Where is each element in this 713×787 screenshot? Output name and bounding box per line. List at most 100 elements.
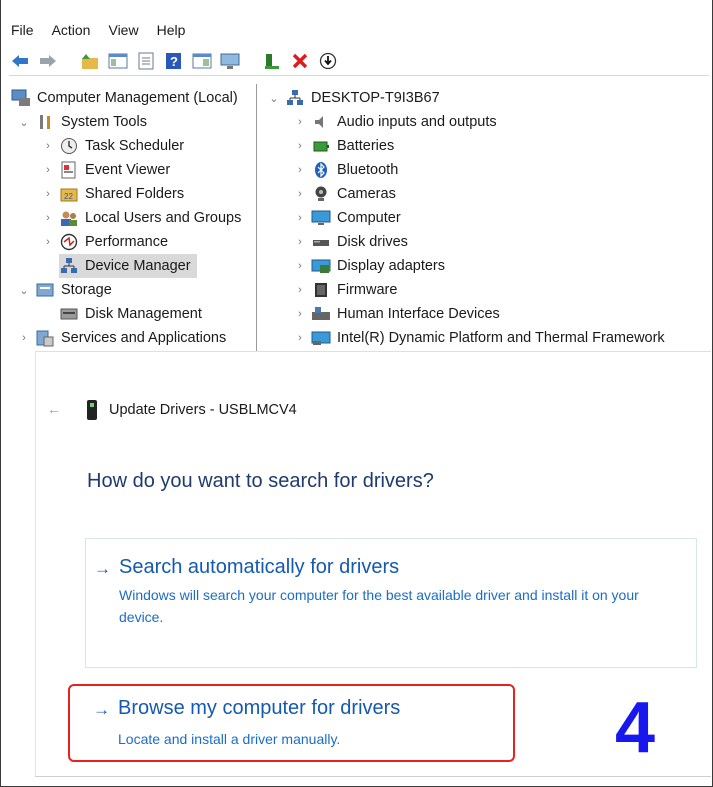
menu-action[interactable]: Action (52, 22, 91, 38)
tree-item-label: Disk Management (85, 306, 202, 322)
device-category-audio[interactable]: › Audio inputs and outputs (293, 110, 496, 134)
tree-item-label: Shared Folders (85, 186, 185, 202)
device-category-label: Computer (337, 210, 401, 226)
chevron-right-icon[interactable]: › (293, 116, 307, 128)
device-tree-root[interactable]: ⌄ DESKTOP-T9I3B67 (267, 86, 440, 110)
chevron-right-icon[interactable]: › (293, 140, 307, 152)
chevron-down-icon[interactable]: ⌄ (267, 92, 281, 105)
users-icon (59, 209, 79, 227)
tree-item-computer-management[interactable]: Computer Management (Local) (11, 86, 238, 110)
device-manager-icon (59, 257, 79, 275)
device-root-label: DESKTOP-T9I3B67 (311, 90, 440, 106)
tree-item-label: Performance (85, 234, 169, 250)
tree-item-label: Computer Management (Local) (37, 90, 238, 106)
usb-device-icon (87, 400, 97, 420)
chevron-right-icon[interactable]: › (293, 164, 307, 176)
search-automatically-title: Search automatically for drivers (119, 556, 400, 578)
console-tree: Computer Management (Local) ⌄ System Too… (1, 84, 257, 356)
chevron-right-icon[interactable]: › (293, 236, 307, 248)
device-category-intel-dptf[interactable]: › Intel(R) Dynamic Platform and Thermal … (293, 326, 665, 350)
chevron-right-icon[interactable]: › (41, 236, 55, 248)
dialog-bottom-divider (35, 776, 711, 777)
menu-view[interactable]: View (108, 22, 138, 38)
chevron-right-icon[interactable]: › (293, 332, 307, 344)
properties-icon[interactable] (135, 50, 157, 72)
device-category-label: Display adapters (337, 258, 445, 274)
tools-icon (35, 113, 55, 131)
chevron-right-icon[interactable]: › (293, 308, 307, 320)
up-folder-icon[interactable] (79, 50, 101, 72)
svg-text:22: 22 (64, 192, 73, 201)
device-category-display-adapters[interactable]: › Display adapters (293, 254, 445, 278)
back-button[interactable]: ← (47, 401, 61, 417)
display-adapter-icon (311, 257, 331, 275)
search-automatically-option[interactable]: → Search automatically for drivers Windo… (85, 538, 697, 668)
tree-item-shared-folders[interactable]: › 22 Shared Folders (41, 182, 184, 206)
chevron-right-icon[interactable]: › (41, 140, 55, 152)
chevron-right-icon[interactable]: › (41, 212, 55, 224)
clock-icon (59, 137, 79, 155)
menu-file[interactable]: File (11, 22, 34, 38)
device-category-label: Batteries (337, 138, 395, 154)
speaker-icon (311, 113, 331, 131)
tree-item-storage[interactable]: ⌄ Storage (17, 278, 112, 302)
help-icon[interactable]: ? (163, 50, 185, 72)
tree-item-device-manager[interactable]: Device Manager (59, 254, 197, 278)
back-arrow-icon[interactable] (9, 50, 31, 72)
tree-item-system-tools[interactable]: ⌄ System Tools (17, 110, 147, 134)
chevron-down-icon[interactable]: ⌄ (17, 116, 31, 129)
device-tree: ⌄ DESKTOP-T9I3B67 › Audio inputs and out… (261, 84, 712, 356)
menu-help[interactable]: Help (157, 22, 186, 38)
device-category-firmware[interactable]: › Firmware (293, 278, 397, 302)
disk-drive-icon (311, 233, 331, 251)
tree-item-disk-management[interactable]: Disk Management (59, 302, 202, 326)
action-pane-icon[interactable] (191, 50, 213, 72)
device-category-bluetooth[interactable]: › Bluetooth (293, 158, 398, 182)
services-icon (35, 329, 55, 347)
firmware-icon (311, 281, 331, 299)
tree-item-label: Task Scheduler (85, 138, 185, 154)
chevron-right-icon[interactable]: › (41, 164, 55, 176)
tree-item-task-scheduler[interactable]: › Task Scheduler (41, 134, 184, 158)
step-number-label: 4 (615, 688, 656, 768)
device-category-label: Bluetooth (337, 162, 399, 178)
chevron-right-icon[interactable]: › (293, 260, 307, 272)
performance-icon (59, 233, 79, 251)
bluetooth-icon (311, 161, 331, 179)
tree-item-performance[interactable]: › Performance (41, 230, 168, 254)
search-automatically-description-line1: Windows will search your computer for th… (119, 587, 639, 603)
storage-icon (35, 281, 55, 299)
remove-device-icon[interactable] (289, 50, 311, 72)
device-category-label: Human Interface Devices (337, 306, 500, 322)
show-hide-tree-icon[interactable] (107, 50, 129, 72)
forward-arrow-icon[interactable] (37, 50, 59, 72)
monitor-icon[interactable] (219, 50, 241, 72)
chevron-right-icon[interactable]: › (293, 212, 307, 224)
chevron-right-icon[interactable]: › (293, 188, 307, 200)
chevron-right-icon[interactable]: › (17, 332, 31, 344)
enable-device-icon[interactable] (261, 50, 283, 72)
tree-item-label: Services and Applications (61, 330, 227, 346)
update-driver-icon[interactable] (317, 50, 339, 72)
device-category-label: Firmware (337, 282, 398, 298)
chevron-right-icon[interactable]: › (41, 188, 55, 200)
device-category-cameras[interactable]: › Cameras (293, 182, 396, 206)
monitor-icon (311, 209, 331, 227)
device-category-label: Cameras (337, 186, 396, 202)
device-category-batteries[interactable]: › Batteries (293, 134, 394, 158)
device-category-disk-drives[interactable]: › Disk drives (293, 230, 408, 254)
arrow-right-icon: → (94, 559, 111, 578)
device-category-hid[interactable]: › Human Interface Devices (293, 302, 500, 326)
tree-item-label: Storage (61, 282, 112, 298)
tree-item-event-viewer[interactable]: › Event Viewer (41, 158, 170, 182)
disk-icon (59, 305, 79, 323)
tree-item-services[interactable]: › Services and Applications (17, 326, 226, 350)
battery-icon (311, 137, 331, 155)
chevron-down-icon[interactable]: ⌄ (17, 284, 31, 297)
highlight-box (68, 684, 515, 762)
chevron-right-icon[interactable]: › (293, 284, 307, 296)
event-log-icon (59, 161, 79, 179)
device-category-computer[interactable]: › Computer (293, 206, 401, 230)
computer-management-icon (11, 89, 31, 107)
tree-item-local-users[interactable]: › Local Users and Groups (41, 206, 241, 230)
